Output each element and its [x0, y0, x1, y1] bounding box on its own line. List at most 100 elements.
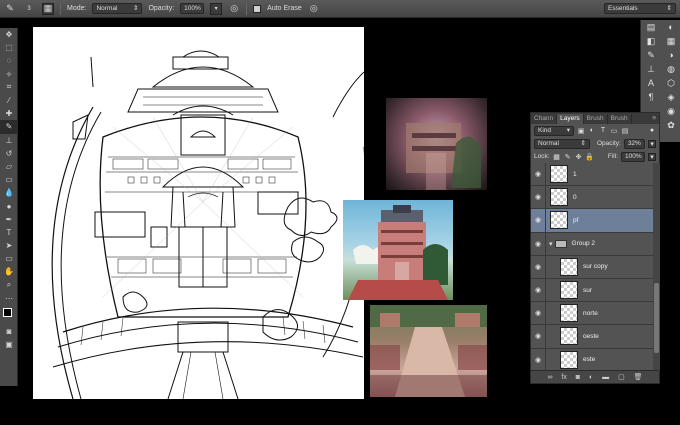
- brush-tool-icon[interactable]: ✎: [0, 120, 18, 134]
- layer-opacity-input[interactable]: 32%: [623, 138, 646, 149]
- layer-row[interactable]: ◉ pf: [531, 209, 653, 233]
- quick-select-tool-icon[interactable]: ✧: [0, 68, 18, 81]
- layer-row[interactable]: ◉ sur copy: [531, 255, 653, 279]
- paragraph-panel-icon[interactable]: ¶: [641, 90, 661, 104]
- fill-dropdown-icon[interactable]: ▾: [648, 152, 656, 161]
- layer-row[interactable]: ◉ norte: [531, 302, 653, 326]
- filter-shape-icon[interactable]: ▭: [610, 127, 618, 135]
- new-adjustment-icon[interactable]: ◐: [589, 374, 593, 381]
- visibility-eye-icon[interactable]: ◉: [531, 163, 546, 186]
- group-expand-chevron-icon[interactable]: ▾: [549, 240, 553, 248]
- clone-source-panel-icon[interactable]: ⊥: [641, 62, 661, 76]
- brush-preset-picker[interactable]: 3: [22, 3, 36, 15]
- filter-pixel-icon[interactable]: ▣: [577, 127, 585, 135]
- lock-position-icon[interactable]: ✥: [575, 153, 583, 161]
- history-brush-tool-icon[interactable]: ↺: [0, 147, 18, 160]
- lock-image-icon[interactable]: ✎: [564, 153, 572, 161]
- edit-toolbar-icon[interactable]: ⋯: [0, 292, 18, 305]
- 3d-panel-icon[interactable]: ⬡: [661, 76, 680, 90]
- eraser-tool-icon[interactable]: ▱: [0, 160, 18, 173]
- brush-tool-icon[interactable]: ✎: [4, 3, 16, 15]
- layer-group-row[interactable]: ◉ ▾ Group 2: [531, 232, 653, 256]
- tab-brush[interactable]: Brush: [584, 114, 608, 124]
- brush-presets-panel-icon[interactable]: ✎: [641, 48, 661, 62]
- shape-tool-icon[interactable]: ▭: [0, 252, 18, 265]
- layer-row[interactable]: ◉ 1: [531, 163, 653, 187]
- filter-type-icon[interactable]: T: [599, 127, 607, 135]
- layer-row[interactable]: ◉ sur: [531, 278, 653, 303]
- adjustments-panel-icon[interactable]: ◑: [661, 48, 680, 62]
- screen-mode-icon[interactable]: ▣: [0, 338, 18, 351]
- layer-style-icon[interactable]: fx: [561, 374, 566, 381]
- pressure-opacity-icon[interactable]: ◎: [228, 3, 240, 15]
- new-layer-icon[interactable]: ▢: [618, 373, 625, 381]
- type-tool-icon[interactable]: T: [0, 226, 18, 239]
- paths-panel-icon[interactable]: ✿: [661, 118, 680, 132]
- filter-kind-select[interactable]: Kind ▾: [534, 125, 574, 136]
- visibility-eye-icon[interactable]: ◉: [531, 255, 546, 278]
- blur-tool-icon[interactable]: 💧: [0, 186, 18, 199]
- lasso-tool-icon[interactable]: ◌: [0, 54, 18, 67]
- filter-adjustment-icon[interactable]: ◐: [588, 127, 596, 135]
- swatches-panel-icon[interactable]: ▦: [661, 34, 680, 48]
- eyedropper-tool-icon[interactable]: ⁄: [0, 94, 18, 107]
- history-panel-icon[interactable]: ▤: [641, 20, 661, 34]
- link-layers-icon[interactable]: ∞: [547, 374, 552, 381]
- blend-mode-select[interactable]: Normal ⇕: [534, 138, 590, 149]
- filter-smart-object-icon[interactable]: ▤: [621, 127, 629, 135]
- brush-panel-icon[interactable]: ▦: [42, 2, 54, 15]
- visibility-eye-icon[interactable]: ◉: [531, 232, 546, 255]
- clone-stamp-tool-icon[interactable]: ⊥: [0, 134, 18, 147]
- dodge-tool-icon[interactable]: ●: [0, 199, 18, 212]
- layers-panel-icon[interactable]: ◈: [661, 90, 680, 104]
- reference-image-top[interactable]: [386, 98, 487, 190]
- marquee-tool-icon[interactable]: ⬚: [0, 41, 18, 54]
- fill-input[interactable]: 100%: [621, 151, 645, 162]
- visibility-eye-icon[interactable]: ◉: [531, 348, 546, 371]
- layer-row[interactable]: ◉ 0: [531, 186, 653, 210]
- tab-layers[interactable]: Layers: [557, 114, 584, 124]
- color-swatches[interactable]: [0, 305, 18, 325]
- zoom-tool-icon[interactable]: ⌕: [0, 279, 18, 292]
- layer-opacity-dropdown-icon[interactable]: ▾: [648, 139, 656, 148]
- add-mask-icon[interactable]: ◙: [576, 374, 580, 381]
- healing-brush-tool-icon[interactable]: ✚: [0, 107, 18, 120]
- layer-row[interactable]: ◉ este: [531, 348, 653, 371]
- reference-image-bottom[interactable]: [370, 305, 487, 397]
- channels-panel-icon[interactable]: ◉: [661, 104, 680, 118]
- filter-toggle-icon[interactable]: ●: [648, 127, 656, 135]
- quick-mask-icon[interactable]: ◙: [0, 325, 18, 338]
- pressure-size-icon[interactable]: ◎: [308, 3, 320, 15]
- move-tool-icon[interactable]: ✥: [0, 28, 18, 41]
- tab-brush-presets[interactable]: Brush: [608, 114, 632, 124]
- foreground-color-swatch[interactable]: [3, 307, 12, 317]
- panel-menu-icon[interactable]: ≡: [649, 114, 659, 124]
- lock-transparent-icon[interactable]: ▦: [553, 153, 561, 161]
- gradient-tool-icon[interactable]: ▭: [0, 173, 18, 186]
- reference-image-middle[interactable]: [343, 200, 453, 300]
- visibility-eye-icon[interactable]: ◉: [531, 278, 546, 302]
- visibility-eye-icon[interactable]: ◉: [531, 186, 546, 209]
- opacity-input[interactable]: 100%: [180, 3, 205, 14]
- workspace-select[interactable]: Essentials ⇕: [604, 3, 676, 14]
- visibility-eye-icon[interactable]: ◉: [531, 325, 546, 348]
- character-panel-icon[interactable]: A: [641, 76, 661, 90]
- hand-tool-icon[interactable]: ✋: [0, 265, 18, 278]
- document-canvas[interactable]: [33, 27, 364, 399]
- path-select-tool-icon[interactable]: ➤: [0, 239, 18, 252]
- color-panel-icon[interactable]: ◐: [661, 20, 680, 34]
- layer-row[interactable]: ◉ oeste: [531, 325, 653, 349]
- layers-scrollbar[interactable]: [653, 163, 660, 371]
- opacity-dropdown-icon[interactable]: ▾: [210, 2, 223, 15]
- layers-scrollbar-thumb[interactable]: [654, 283, 659, 353]
- auto-erase-checkbox[interactable]: [253, 4, 262, 13]
- mode-select[interactable]: Normal ⇕: [92, 3, 143, 14]
- lock-all-icon[interactable]: 🔒: [585, 153, 594, 161]
- tab-channels[interactable]: Chann: [531, 114, 558, 124]
- visibility-eye-icon[interactable]: ◉: [531, 302, 546, 325]
- pen-tool-icon[interactable]: ✒: [0, 213, 18, 226]
- properties-panel-icon[interactable]: ◧: [641, 34, 661, 48]
- crop-tool-icon[interactable]: ⌗: [0, 81, 18, 94]
- visibility-eye-icon[interactable]: ◉: [531, 209, 546, 232]
- delete-layer-icon[interactable]: 🗑: [634, 373, 643, 381]
